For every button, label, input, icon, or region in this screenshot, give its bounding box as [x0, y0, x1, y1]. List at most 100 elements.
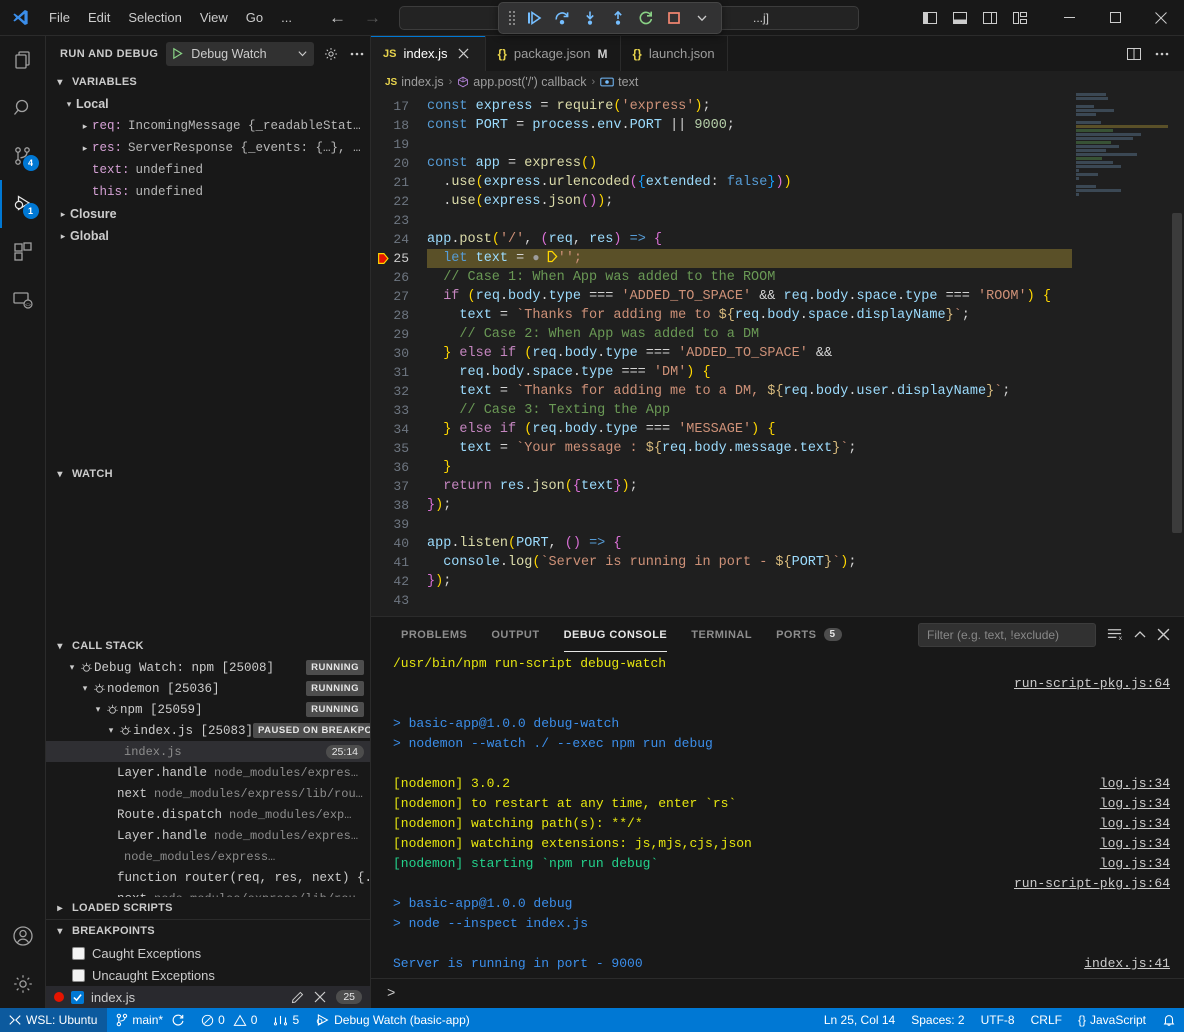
code-line[interactable]: const PORT = process.env.PORT || 9000; [427, 116, 1072, 135]
code-line[interactable]: // Case 2: When App was added to a DM [427, 325, 1072, 344]
line-number[interactable]: 19 [371, 135, 427, 154]
console-filter-input[interactable]: Filter (e.g. text, !exclude) [918, 623, 1096, 647]
menu-bar[interactable]: File Edit Selection View Go ... [40, 6, 301, 29]
code-line[interactable] [427, 515, 1072, 534]
line-number[interactable]: 43 [371, 591, 427, 610]
breakpoint-marker-icon[interactable] [376, 249, 390, 268]
code-line[interactable] [427, 135, 1072, 154]
code-line[interactable] [427, 591, 1072, 610]
tab-launch-json[interactable]: {} launch.json [621, 36, 728, 71]
line-number[interactable]: 30 [371, 344, 427, 363]
call-stack-row[interactable]: nextnode_modules/express/lib/rout… [46, 888, 370, 897]
activity-search[interactable] [0, 84, 46, 132]
call-stack-row[interactable]: ▾npm [25059]RUNNING [46, 699, 370, 720]
edit-breakpoint-icon[interactable] [291, 991, 304, 1004]
menu-edit[interactable]: Edit [79, 6, 119, 29]
status-git-branch[interactable]: main* [107, 1008, 193, 1032]
tab-ports[interactable]: PORTS 5 [764, 617, 853, 652]
status-eol[interactable]: CRLF [1023, 1008, 1070, 1032]
breadcrumb-symbol-variable[interactable]: text [600, 75, 638, 89]
close-icon[interactable] [455, 45, 473, 63]
code-line[interactable]: const express = require('express'); [427, 97, 1072, 116]
breadcrumb-symbol-function[interactable]: app.post('/') callback [457, 75, 586, 89]
console-source-link[interactable]: log.js:34 [1100, 814, 1170, 834]
code-line[interactable]: } else if (req.body.type === 'ADDED_TO_S… [427, 344, 1072, 363]
call-stack-row[interactable]: ▾index.js [25083]PAUSED ON BREAKPOINT [46, 720, 370, 741]
console-source-link[interactable]: log.js:34 [1100, 774, 1170, 794]
minimap[interactable] [1072, 93, 1170, 616]
line-number[interactable]: 18 [371, 116, 427, 135]
code-line[interactable]: text = `Thanks for adding me to a DM, ${… [427, 382, 1072, 401]
code-line[interactable]: console.log(`Server is running in port -… [427, 553, 1072, 572]
sync-icon[interactable] [171, 1013, 185, 1027]
debug-settings-gear-icon[interactable] [322, 43, 340, 65]
editor-scrollbar[interactable] [1170, 93, 1184, 616]
code-line[interactable]: app.post('/', (req, res) => { [427, 230, 1072, 249]
line-number[interactable]: 26 [371, 268, 427, 287]
maximize-button[interactable] [1092, 0, 1138, 35]
go-forward-icon[interactable]: → [364, 9, 381, 26]
debug-toolbar-more-icon[interactable] [689, 5, 715, 31]
variables-section-header[interactable]: ▾ VARIABLES [46, 71, 370, 93]
chevron-down-icon[interactable] [297, 48, 308, 59]
line-number[interactable]: 27 [371, 287, 427, 306]
code-line[interactable]: if (req.body.type === 'ADDED_TO_SPACE' &… [427, 287, 1072, 306]
variable-row[interactable]: ▸ res: ServerResponse {_events: {…}, _ev… [46, 137, 370, 159]
call-stack-row[interactable]: index.js25:14 [46, 741, 370, 762]
line-number[interactable]: 28 [371, 306, 427, 325]
remove-breakpoint-icon[interactable] [314, 991, 326, 1003]
scrollbar-thumb[interactable] [1172, 213, 1182, 533]
status-notifications[interactable] [1154, 1008, 1184, 1032]
sidebar-more-actions-icon[interactable] [348, 43, 366, 65]
clear-console-icon[interactable]: x [1106, 626, 1123, 643]
tab-package-json[interactable]: {} package.json M [486, 36, 621, 71]
code-line[interactable]: }); [427, 496, 1072, 515]
code-line[interactable] [427, 211, 1072, 230]
status-cursor-position[interactable]: Ln 25, Col 14 [816, 1008, 903, 1032]
checkbox[interactable] [72, 947, 85, 960]
line-number[interactable]: 37 [371, 477, 427, 496]
variable-row[interactable]: text: undefined [46, 159, 370, 181]
scope-global[interactable]: ▸ Global [46, 225, 370, 247]
line-number[interactable]: 36 [371, 458, 427, 477]
activity-run-and-debug[interactable]: 1 [0, 180, 46, 228]
line-number[interactable]: 38 [371, 496, 427, 515]
activity-accounts[interactable] [0, 912, 46, 960]
watch-section-header[interactable]: ▾ WATCH [46, 463, 370, 485]
toggle-primary-sidebar-icon[interactable] [922, 10, 938, 26]
call-stack-row[interactable]: Route.dispatchnode_modules/exp… [46, 804, 370, 825]
menu-file[interactable]: File [40, 6, 79, 29]
chevron-down-icon[interactable]: ▾ [65, 662, 79, 673]
code-line[interactable]: let text = ● ''; [427, 249, 1072, 268]
checkbox[interactable] [72, 969, 85, 982]
customize-layout-icon[interactable] [1012, 10, 1028, 26]
activity-manage-settings[interactable] [0, 960, 46, 1008]
line-number[interactable]: 17 [371, 97, 427, 116]
tab-index-js[interactable]: JS index.js [371, 36, 486, 71]
toggle-secondary-sidebar-icon[interactable] [982, 10, 998, 26]
tab-debug-console[interactable]: DEBUG CONSOLE [552, 617, 680, 652]
debug-console-input[interactable]: > [371, 978, 1184, 1008]
code-line[interactable]: const app = express() [427, 154, 1072, 173]
code-line[interactable]: req.body.space.type === 'DM') { [427, 363, 1072, 382]
menu-selection[interactable]: Selection [119, 6, 190, 29]
loaded-scripts-section-header[interactable]: ▸ LOADED SCRIPTS [46, 897, 370, 919]
menu-view[interactable]: View [191, 6, 237, 29]
line-number-gutter[interactable]: 1718192021222324252627282930313233343536… [371, 93, 427, 616]
line-number[interactable]: 33 [371, 401, 427, 420]
chevron-right-icon[interactable]: ▸ [78, 143, 92, 154]
toggle-panel-icon[interactable] [952, 10, 968, 26]
scope-closure[interactable]: ▸ Closure [46, 203, 370, 225]
line-number[interactable]: 20 [371, 154, 427, 173]
activity-source-control[interactable]: 4 [0, 132, 46, 180]
line-number[interactable]: 41 [371, 553, 427, 572]
breakpoints-section-header[interactable]: ▾ BREAKPOINTS [46, 920, 370, 942]
code-line[interactable]: } else if (req.body.type === 'MESSAGE') … [427, 420, 1072, 439]
line-number[interactable]: 34 [371, 420, 427, 439]
tab-problems[interactable]: PROBLEMS [389, 617, 479, 652]
line-number[interactable]: 39 [371, 515, 427, 534]
tab-output[interactable]: OUTPUT [479, 617, 551, 652]
call-stack-row[interactable]: nextnode_modules/express/lib/rout… [46, 783, 370, 804]
code-line[interactable]: .use(express.json()); [427, 192, 1072, 211]
close-panel-icon[interactable] [1157, 628, 1170, 641]
